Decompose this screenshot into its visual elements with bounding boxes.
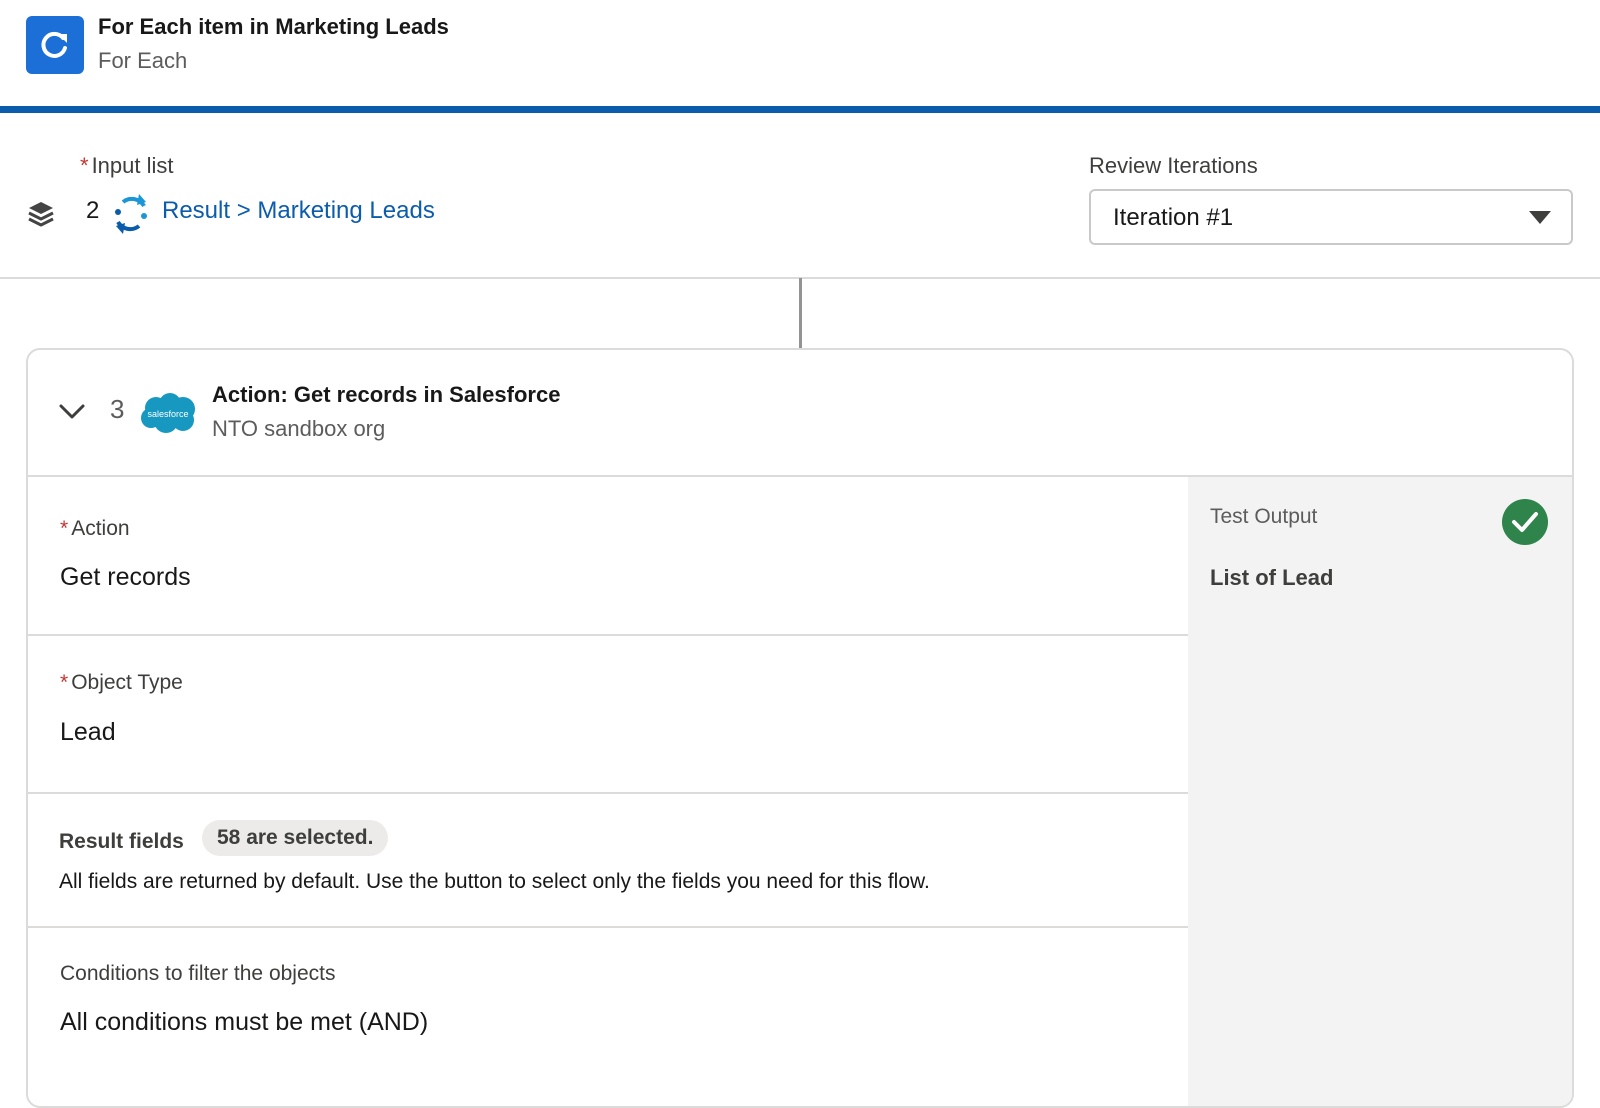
conditions-section: Conditions to filter the objects All con… xyxy=(28,928,1188,1088)
chevron-down-icon xyxy=(1529,211,1551,224)
action-card-body: * Action Get records * Object Type Lead Re… xyxy=(28,477,1572,1106)
test-output-value: List of Lead xyxy=(1210,565,1334,590)
review-iterations-label: Review Iterations xyxy=(1089,153,1258,178)
chevron-down-icon[interactable] xyxy=(58,402,86,422)
conditions-label: Conditions to filter the objects xyxy=(60,962,336,985)
step-type: For Each xyxy=(98,48,188,73)
action-card-header[interactable]: 3 salesforce Action: Get records in Sale… xyxy=(28,350,1572,477)
selected-count-badge: 58 are selected. xyxy=(202,820,389,856)
salesforce-logo: salesforce xyxy=(141,393,195,433)
svg-text:salesforce: salesforce xyxy=(147,409,188,419)
object-type-value: Lead xyxy=(60,718,116,746)
iteration-dropdown[interactable]: Iteration #1 xyxy=(1089,189,1573,245)
input-step-number: 2 xyxy=(86,197,100,224)
step-title: For Each item in Marketing Leads xyxy=(98,14,449,39)
result-fields-help: All fields are returned by default. Use … xyxy=(59,870,930,893)
action-step-number: 3 xyxy=(110,394,125,424)
input-list-row: * Input list 2 Result > Marketing Leads R… xyxy=(0,113,1600,279)
header-accent-bar xyxy=(0,106,1600,113)
step-header: For Each item in Marketing Leads For Eac… xyxy=(0,0,1600,110)
loop-icon xyxy=(115,194,147,234)
result-fields-section: Result fields 58 are selected. All field… xyxy=(28,794,1188,928)
test-output-label: Test Output xyxy=(1210,505,1318,528)
action-title: Action: Get records in Salesforce xyxy=(212,382,561,407)
action-field: * Action Get records xyxy=(28,477,1188,636)
result-fields-label: Result fields xyxy=(59,830,184,853)
object-type-field: * Object Type Lead xyxy=(28,636,1188,794)
action-field-value: Get records xyxy=(60,563,191,591)
layers-icon xyxy=(28,202,54,227)
success-check-icon xyxy=(1502,499,1548,545)
test-output-panel: Test Output List of Lead xyxy=(1188,477,1572,1106)
flow-connector xyxy=(799,278,802,348)
conditions-value: All conditions must be met (AND) xyxy=(60,1008,429,1036)
refresh-icon xyxy=(26,16,84,74)
action-connection: NTO sandbox org xyxy=(212,416,386,441)
action-fields: * Action Get records * Object Type Lead Re… xyxy=(28,477,1188,1106)
action-field-label: * Action xyxy=(60,517,130,540)
action-card: 3 salesforce Action: Get records in Sale… xyxy=(26,348,1574,1108)
iteration-selected-value: Iteration #1 xyxy=(1113,204,1234,231)
required-marker: * xyxy=(80,153,89,178)
input-list-link[interactable]: Result > Marketing Leads xyxy=(162,197,435,225)
object-type-label: * Object Type xyxy=(60,671,183,694)
input-list-label: * Input list xyxy=(80,153,174,178)
